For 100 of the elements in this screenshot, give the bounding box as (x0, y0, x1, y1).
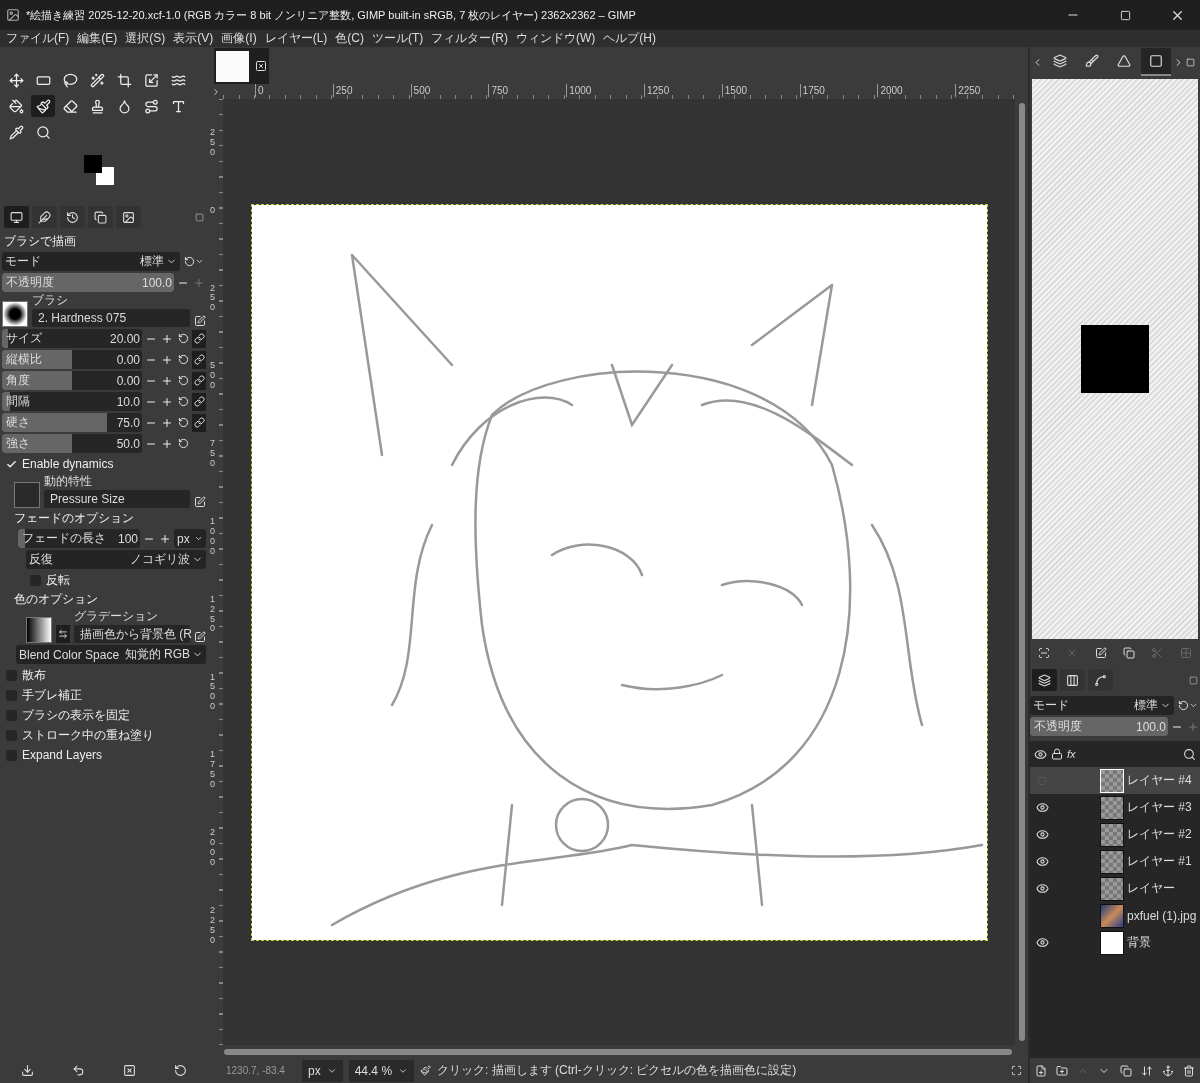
link-icon[interactable] (193, 375, 205, 386)
dock-tab[interactable] (60, 206, 85, 228)
value-slider[interactable]: 強さ 50.0 (2, 434, 142, 453)
feather-icon[interactable] (38, 210, 51, 224)
checkbox-option[interactable]: 手ブレ補正 (6, 685, 206, 705)
check-icon[interactable] (6, 458, 17, 470)
edit-icon[interactable] (194, 496, 206, 508)
checkbox-option[interactable]: 反転 (30, 570, 206, 590)
maximize-icon[interactable] (1119, 9, 1131, 21)
dynamics-preview[interactable] (14, 482, 40, 508)
panel-menu-icon[interactable] (195, 212, 204, 222)
value-slider[interactable]: 硬さ 75.0 (2, 413, 142, 432)
duplicate-icon[interactable] (1119, 1064, 1132, 1077)
menu-item[interactable]: ヘルプ(H) (599, 30, 660, 47)
lock-icon[interactable] (1051, 748, 1063, 760)
link-icon[interactable] (193, 396, 205, 407)
dynamics-name-field[interactable]: Pressure Size (44, 490, 190, 508)
reset-icon[interactable] (177, 375, 189, 386)
opacity-slider[interactable]: 不透明度 100.0 (1030, 717, 1168, 736)
menu-item[interactable]: ウィンドウ(W) (512, 30, 600, 47)
new-layer-icon[interactable] (1034, 1064, 1047, 1077)
menu-item[interactable]: フィルター(R) (427, 30, 512, 47)
menu-item[interactable]: 画像(I) (217, 30, 261, 47)
link-button[interactable] (192, 329, 206, 348)
reset-icon[interactable] (177, 354, 189, 365)
dock-tab[interactable] (32, 206, 57, 228)
menu-item[interactable]: ツール(T) (368, 30, 428, 47)
reset-icon[interactable] (177, 333, 189, 344)
eye-icon[interactable] (1034, 747, 1047, 761)
brush-preview[interactable] (2, 301, 28, 327)
dock-tab[interactable] (4, 206, 29, 228)
dock-tab[interactable] (1032, 669, 1057, 691)
history-icon[interactable] (66, 210, 79, 224)
channels-icon[interactable] (1066, 673, 1079, 687)
delete-icon[interactable] (123, 1064, 136, 1077)
dock-tab[interactable] (1060, 669, 1085, 691)
close-tab-icon[interactable] (255, 60, 267, 72)
panel-menu-icon[interactable] (1189, 675, 1198, 685)
link-button[interactable] (192, 392, 206, 411)
unit-dropdown[interactable]: px (302, 1059, 343, 1082)
reset-icon[interactable] (177, 417, 189, 428)
triangle-icon[interactable] (1117, 54, 1131, 68)
reset-icon[interactable] (177, 438, 189, 449)
caret-icon[interactable] (1189, 701, 1198, 710)
brush-name-field[interactable]: 2. Hardness 075 (32, 309, 190, 327)
copy-icon[interactable] (94, 210, 107, 224)
image-icon[interactable] (122, 210, 135, 224)
reset-icon[interactable] (184, 256, 195, 267)
selection-icon[interactable] (1038, 647, 1051, 659)
layer-row[interactable]: レイヤー #4 (1030, 767, 1200, 794)
checkbox-option[interactable]: 散布 (6, 665, 206, 685)
value-slider[interactable]: 間隔 10.0 (2, 392, 142, 411)
navigate-icon[interactable] (1011, 1065, 1022, 1076)
menu-item[interactable]: 色(C) (331, 30, 368, 47)
value-slider[interactable]: サイズ 20.00 (2, 329, 142, 348)
checkbox-option[interactable]: Expand Layers (6, 745, 206, 765)
curve-icon[interactable] (1094, 673, 1107, 687)
dock-tab[interactable] (116, 206, 141, 228)
edit-icon[interactable] (194, 631, 206, 643)
unit-dropdown[interactable]: px (174, 529, 206, 548)
menu-item[interactable]: 編集(E) (73, 30, 122, 47)
link-icon[interactable] (193, 417, 205, 428)
menu-item[interactable]: レイヤー(L) (260, 30, 332, 47)
link-icon[interactable] (193, 333, 205, 344)
caret-icon[interactable] (195, 257, 204, 266)
zoom-dropdown[interactable]: 44.4 % (348, 1059, 415, 1082)
value-slider[interactable]: フェードの長さ 100 (18, 529, 140, 548)
menu-item[interactable]: 表示(V) (169, 30, 218, 47)
menu-item[interactable]: 選択(S) (121, 30, 170, 47)
image-tab[interactable] (214, 48, 269, 84)
brush-icon[interactable] (1085, 54, 1099, 68)
dock-tab[interactable] (1088, 669, 1113, 691)
mode-dropdown[interactable]: モード 標準 (1030, 696, 1174, 715)
horizontal-scrollbar[interactable] (208, 1045, 1028, 1058)
search-icon[interactable] (1183, 747, 1196, 761)
link-icon[interactable] (193, 354, 205, 365)
opacity-slider[interactable]: 不透明度 100.0 (2, 273, 174, 292)
download-icon[interactable] (21, 1064, 34, 1077)
duplicate-icon[interactable] (1123, 647, 1136, 659)
eye-icon[interactable] (1035, 855, 1049, 868)
new-group-icon[interactable] (1055, 1064, 1068, 1077)
delete-icon[interactable] (1183, 1064, 1196, 1077)
eye-icon[interactable] (1035, 882, 1049, 895)
swap-icon[interactable] (58, 629, 68, 639)
color-swatches[interactable] (84, 155, 115, 186)
blend-space-dropdown[interactable]: Blend Color Space 知覚的 RGB (16, 645, 206, 664)
gradient-preview[interactable] (26, 617, 52, 643)
reverse-gradient-button[interactable] (56, 625, 70, 643)
dock-tab[interactable] (88, 206, 113, 228)
monitor-icon[interactable] (10, 210, 23, 224)
layers-icon[interactable] (1038, 673, 1051, 687)
anchor-icon[interactable] (1162, 1064, 1175, 1077)
repeat-dropdown[interactable]: 反復 ノコギリ波 (26, 550, 206, 569)
checkbox-option[interactable]: Enable dynamics (6, 454, 206, 474)
link-button[interactable] (192, 350, 206, 369)
reset-icon[interactable] (1178, 700, 1189, 711)
edit-icon[interactable] (194, 315, 206, 327)
reset-icon[interactable] (177, 396, 189, 407)
stack-icon[interactable] (1053, 54, 1067, 68)
mode-dropdown[interactable]: モード 標準 (2, 252, 180, 271)
